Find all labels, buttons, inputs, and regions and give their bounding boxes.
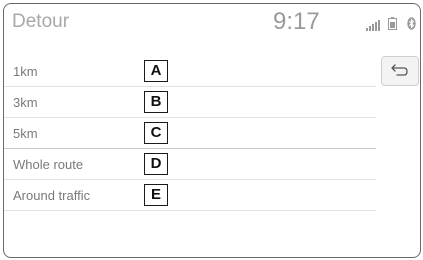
- option-label: Around traffic: [13, 188, 91, 203]
- option-label: 1km: [13, 64, 38, 79]
- option-1km[interactable]: 1km A: [4, 56, 376, 87]
- status-bar: Detour 9:17: [4, 4, 420, 44]
- callout-marker: A: [144, 60, 168, 82]
- back-button[interactable]: [381, 56, 419, 86]
- callout-marker: C: [144, 122, 168, 144]
- option-label: 3km: [13, 95, 38, 110]
- battery-icon: [388, 17, 397, 35]
- callout-marker: B: [144, 91, 168, 113]
- callout-marker: D: [144, 153, 168, 175]
- signal-icon: [366, 18, 380, 36]
- option-5km[interactable]: 5km C: [4, 118, 376, 149]
- option-around-traffic[interactable]: Around traffic E: [4, 180, 376, 211]
- back-arrow-icon: [391, 64, 408, 76]
- option-3km[interactable]: 3km B: [4, 87, 376, 118]
- detour-screen: Detour 9:17 1km A 3km B 5km C Whole rout…: [3, 3, 421, 258]
- bluetooth-icon: [407, 17, 416, 35]
- row-divider: [4, 210, 376, 211]
- callout-marker: E: [144, 184, 168, 206]
- option-label: 5km: [13, 126, 38, 141]
- option-whole-route[interactable]: Whole route D: [4, 149, 376, 180]
- option-label: Whole route: [13, 157, 84, 172]
- clock: 9:17: [273, 8, 320, 35]
- screen-title: Detour: [12, 11, 70, 32]
